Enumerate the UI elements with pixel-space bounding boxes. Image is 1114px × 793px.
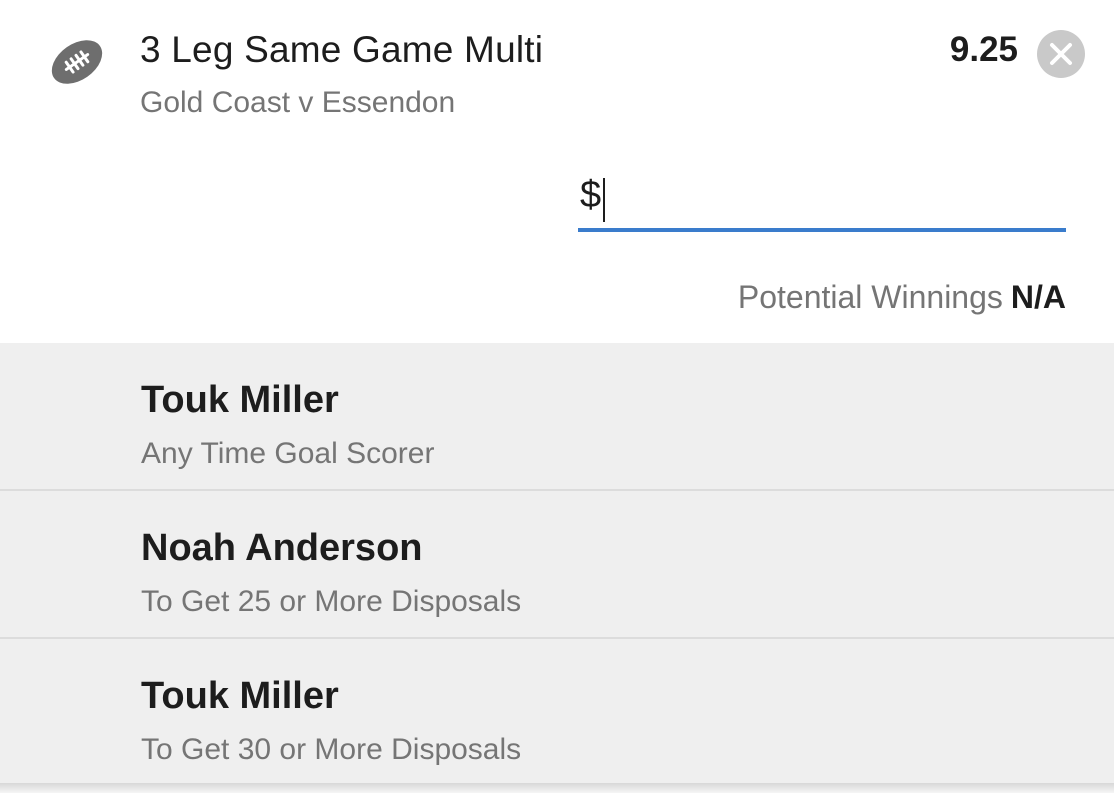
leg-market: To Get 25 or More Disposals <box>141 585 522 618</box>
bet-odds: 9.25 <box>949 30 1018 69</box>
potential-winnings-label: Potential Winnings <box>737 279 1003 315</box>
currency-prefix: $ <box>580 174 602 216</box>
bet-slip-header: 3 Leg Same Game Multi Gold Coast v Essen… <box>0 0 1114 343</box>
bet-legs-list: Touk Miller Any Time Goal Scorer Noah An… <box>0 343 1114 783</box>
bottom-shadow <box>0 783 1114 793</box>
leg-player: Noah Anderson <box>141 527 423 569</box>
bet-leg: Touk Miller Any Time Goal Scorer <box>0 343 1114 491</box>
bet-leg: Touk Miller To Get 30 or More Disposals <box>0 639 1114 785</box>
bet-title: 3 Leg Same Game Multi <box>140 29 544 70</box>
leg-market: To Get 30 or More Disposals <box>141 733 522 766</box>
potential-winnings-value: N/A <box>1010 279 1066 315</box>
match-name: Gold Coast v Essendon <box>140 86 456 119</box>
leg-player: Touk Miller <box>141 675 339 717</box>
stake-input[interactable] <box>606 172 1056 224</box>
potential-winnings: Potential Winnings N/A <box>738 279 1066 316</box>
remove-bet-button[interactable] <box>1037 30 1085 78</box>
bet-leg: Noah Anderson To Get 25 or More Disposal… <box>0 491 1114 639</box>
leg-market: Any Time Goal Scorer <box>141 437 435 470</box>
football-icon <box>47 34 107 90</box>
bet-slip: 3 Leg Same Game Multi Gold Coast v Essen… <box>0 0 1114 793</box>
leg-player: Touk Miller <box>141 379 339 421</box>
stake-field[interactable]: $ <box>578 170 1066 232</box>
text-cursor <box>603 178 605 222</box>
